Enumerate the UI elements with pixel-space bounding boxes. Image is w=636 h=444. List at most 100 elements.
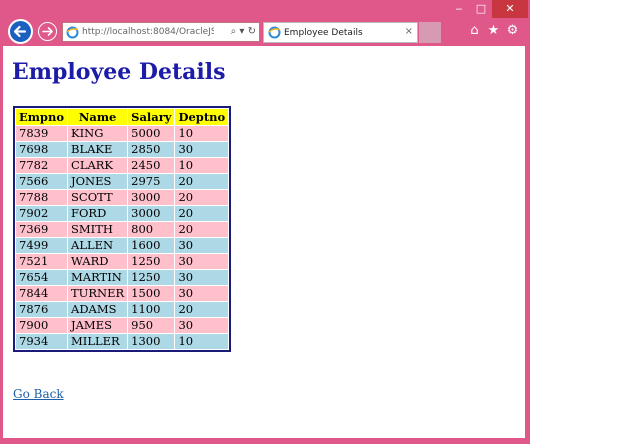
page-title: Employee Details: [12, 59, 226, 85]
favorites-star-icon[interactable]: ★: [484, 21, 503, 41]
cell-name: MARTIN: [68, 270, 128, 285]
cell-empno: 7369: [16, 222, 68, 237]
go-back-link[interactable]: Go Back: [13, 387, 64, 401]
cell-empno: 7900: [16, 318, 68, 333]
cell-salary: 3000: [128, 206, 175, 221]
cell-empno: 7521: [16, 254, 68, 269]
cell-deptno: 30: [175, 286, 229, 301]
cell-empno: 7698: [16, 142, 68, 157]
cell-deptno: 20: [175, 222, 229, 237]
forward-button[interactable]: [38, 22, 57, 41]
close-window-button[interactable]: ✕: [492, 0, 528, 18]
address-bar[interactable]: http://localhost:8084/OracleJSF/f ⌕ ▾ ↻: [62, 22, 260, 42]
cell-deptno: 10: [175, 158, 229, 173]
minimize-button[interactable]: ‒: [448, 0, 470, 18]
new-tab-button[interactable]: [419, 22, 441, 43]
table-row: 7839 KING 5000 10: [16, 126, 229, 141]
cell-deptno: 30: [175, 318, 229, 333]
cell-empno: 7934: [16, 334, 68, 349]
forward-arrow-icon: [42, 27, 53, 36]
cell-deptno: 30: [175, 142, 229, 157]
cell-salary: 1600: [128, 238, 175, 253]
table-row: 7369 SMITH 800 20: [16, 222, 229, 237]
cell-empno: 7902: [16, 206, 68, 221]
cell-name: ALLEN: [68, 238, 128, 253]
cell-deptno: 20: [175, 302, 229, 317]
page-content: Employee Details Empno Name Salary Deptn…: [3, 46, 525, 438]
tab-title: Employee Details: [284, 28, 363, 38]
cell-name: MILLER: [68, 334, 128, 349]
cell-name: FORD: [68, 206, 128, 221]
table-row: 7566 JONES 2975 20: [16, 174, 229, 189]
cell-empno: 7788: [16, 190, 68, 205]
cell-name: KING: [68, 126, 128, 141]
table-row: 7876 ADAMS 1100 20: [16, 302, 229, 317]
browser-window: ‒ □ ✕ http://localhost:8084/OracleJSF/f …: [0, 0, 530, 444]
table-row: 7654 MARTIN 1250 30: [16, 270, 229, 285]
cell-empno: 7654: [16, 270, 68, 285]
cell-name: ADAMS: [68, 302, 128, 317]
cell-salary: 1250: [128, 254, 175, 269]
cell-salary: 2450: [128, 158, 175, 173]
cell-empno: 7499: [16, 238, 68, 253]
home-icon[interactable]: ⌂: [465, 21, 484, 41]
column-header-deptno: Deptno: [175, 109, 229, 125]
column-header-name: Name: [68, 109, 128, 125]
table-row: 7782 CLARK 2450 10: [16, 158, 229, 173]
cell-deptno: 30: [175, 270, 229, 285]
cell-salary: 1250: [128, 270, 175, 285]
cell-salary: 1100: [128, 302, 175, 317]
ie-tab-icon: [268, 26, 281, 39]
table-header-row: Empno Name Salary Deptno: [16, 109, 229, 125]
cell-name: BLAKE: [68, 142, 128, 157]
table-row: 7902 FORD 3000 20: [16, 206, 229, 221]
table-row: 7521 WARD 1250 30: [16, 254, 229, 269]
cell-deptno: 10: [175, 126, 229, 141]
cell-name: SCOTT: [68, 190, 128, 205]
browser-toolbar: ⌂ ★ ⚙: [465, 21, 525, 41]
cell-empno: 7876: [16, 302, 68, 317]
table-row: 7499 ALLEN 1600 30: [16, 238, 229, 253]
cell-name: TURNER: [68, 286, 128, 301]
cell-name: SMITH: [68, 222, 128, 237]
ie-page-icon: [66, 26, 79, 39]
navigation-bar: http://localhost:8084/OracleJSF/f ⌕ ▾ ↻ …: [0, 18, 530, 46]
cell-deptno: 10: [175, 334, 229, 349]
cell-deptno: 20: [175, 190, 229, 205]
table-row: 7844 TURNER 1500 30: [16, 286, 229, 301]
column-header-empno: Empno: [16, 109, 68, 125]
cell-salary: 1500: [128, 286, 175, 301]
table-row: 7788 SCOTT 3000 20: [16, 190, 229, 205]
tab-close-icon[interactable]: ×: [405, 25, 413, 39]
tab-employee-details[interactable]: Employee Details ×: [263, 22, 418, 43]
cell-deptno: 30: [175, 238, 229, 253]
cell-deptno: 20: [175, 174, 229, 189]
settings-gear-icon[interactable]: ⚙: [503, 21, 522, 41]
back-button[interactable]: [8, 19, 33, 44]
cell-empno: 7839: [16, 126, 68, 141]
table-body: 7839 KING 5000 10 7698 BLAKE 2850 30 7782 CLARK 24…: [16, 126, 229, 349]
cell-name: JONES: [68, 174, 128, 189]
cell-salary: 5000: [128, 126, 175, 141]
address-url[interactable]: http://localhost:8084/OracleJSF/f: [82, 25, 214, 39]
cell-name: WARD: [68, 254, 128, 269]
cell-salary: 3000: [128, 190, 175, 205]
table-row: 7934 MILLER 1300 10: [16, 334, 229, 349]
cell-deptno: 20: [175, 206, 229, 221]
cell-salary: 2850: [128, 142, 175, 157]
cell-salary: 2975: [128, 174, 175, 189]
cell-deptno: 30: [175, 254, 229, 269]
cell-salary: 1300: [128, 334, 175, 349]
maximize-button[interactable]: □: [470, 0, 492, 18]
table-row: 7900 JAMES 950 30: [16, 318, 229, 333]
employee-table: Empno Name Salary Deptno 7839 KING 5000 10 7…: [13, 106, 232, 352]
title-bar: ‒ □ ✕: [0, 0, 530, 18]
cell-empno: 7844: [16, 286, 68, 301]
table-row: 7698 BLAKE 2850 30: [16, 142, 229, 157]
address-actions-icon[interactable]: ⌕ ▾ ↻: [231, 23, 256, 41]
cell-salary: 800: [128, 222, 175, 237]
back-arrow-icon: [13, 25, 27, 38]
cell-empno: 7566: [16, 174, 68, 189]
cell-name: JAMES: [68, 318, 128, 333]
cell-empno: 7782: [16, 158, 68, 173]
